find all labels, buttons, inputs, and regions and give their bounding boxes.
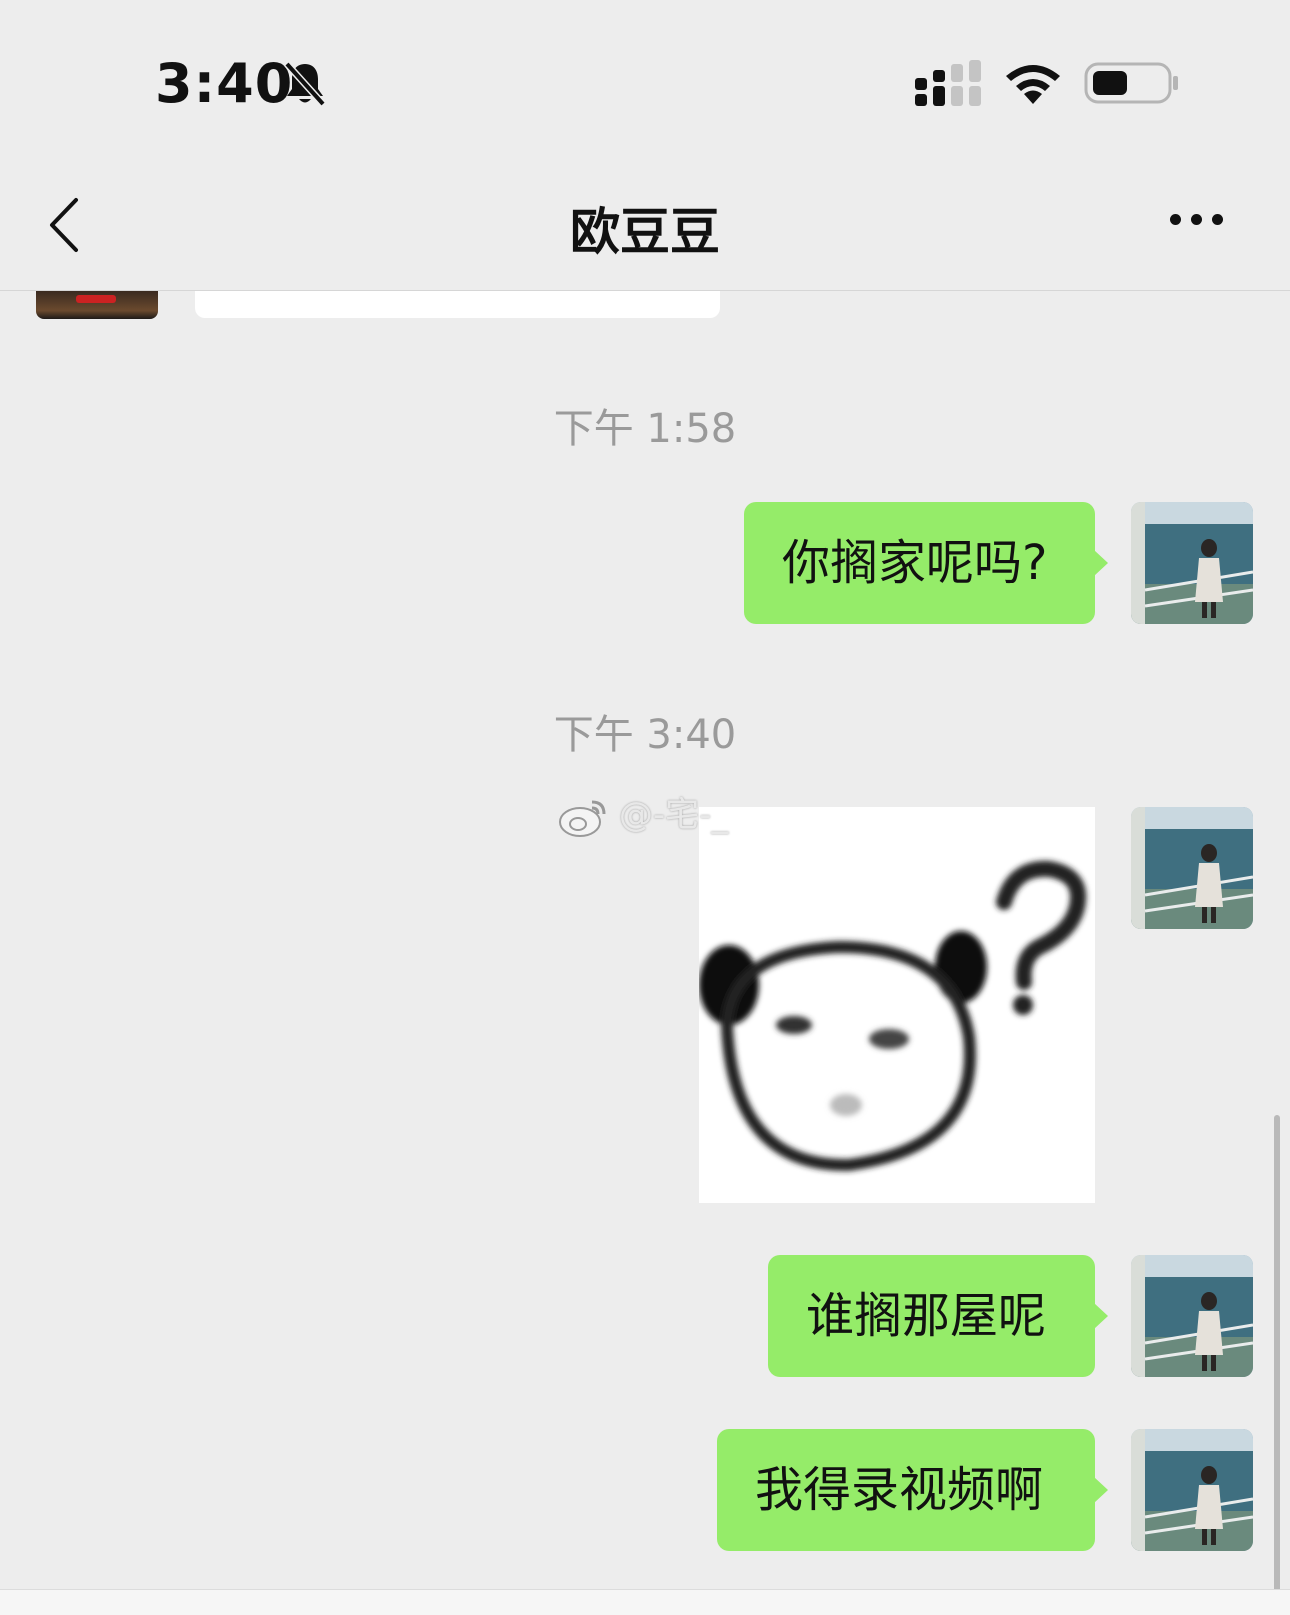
weibo-icon xyxy=(559,800,606,837)
user-avatar[interactable] xyxy=(1131,1429,1253,1551)
sent-message-bubble[interactable]: 谁搁那屋呢 xyxy=(768,1255,1108,1377)
weibo-watermark: @-宅-_ xyxy=(558,787,729,837)
status-time: 3:40 xyxy=(155,52,294,115)
user-avatar[interactable] xyxy=(1131,1255,1253,1377)
bell-slash-icon xyxy=(284,61,326,107)
message-input-bar[interactable] xyxy=(0,1589,1290,1615)
status-bar: 3:40 xyxy=(0,0,1290,150)
message-timestamp: 下午 3:40 xyxy=(553,712,737,758)
wifi-icon xyxy=(1006,65,1060,104)
scrollbar[interactable] xyxy=(1274,1115,1280,1600)
battery-icon xyxy=(1084,62,1178,104)
user-avatar[interactable] xyxy=(1131,502,1253,624)
received-message-bubble[interactable] xyxy=(195,291,720,318)
message-timestamp: 下午 1:58 xyxy=(553,406,737,452)
contact-avatar[interactable] xyxy=(36,291,158,319)
ellipsis-icon[interactable] xyxy=(1170,210,1240,240)
panda-question-sticker[interactable] xyxy=(699,807,1095,1203)
sent-message-bubble[interactable]: 你搁家呢吗? xyxy=(744,502,1108,624)
signal-icon xyxy=(915,60,981,106)
watermark-text: @-宅-_ xyxy=(618,795,729,835)
user-avatar[interactable] xyxy=(1131,807,1253,929)
chat-title: 欧豆豆 xyxy=(570,203,720,261)
sent-message-bubble[interactable]: 我得录视频啊 xyxy=(717,1429,1108,1551)
chat-header: 欧豆豆 xyxy=(0,150,1290,291)
